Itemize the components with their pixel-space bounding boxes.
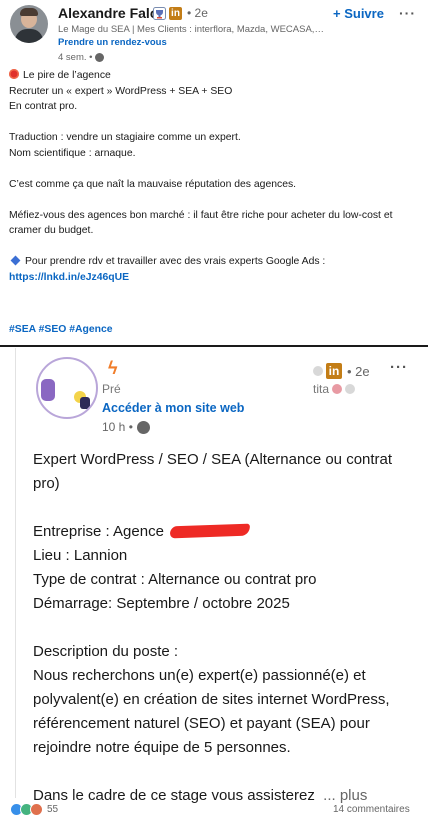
- author-name[interactable]: Alexandre Falck: [58, 5, 165, 21]
- post-line: C’est comme ça que naît la mauvaise répu…: [9, 178, 297, 190]
- post-line: Pour prendre rdv et travailler avec des …: [9, 254, 421, 270]
- shared-author-subtitle: tita: [313, 382, 356, 396]
- post-line: En contrat pro.: [9, 101, 78, 112]
- line-text: Entreprise : Agence: [33, 523, 164, 540]
- hashtags[interactable]: #SEA #SEO #Agence: [9, 324, 113, 335]
- see-more-link[interactable]: ... plus: [323, 787, 367, 804]
- line-text: Le pire de l’agence: [23, 70, 111, 81]
- comments-count[interactable]: 14 commentaires: [333, 804, 410, 815]
- blue-diamond-icon: [10, 255, 21, 266]
- shared-line: Type de contrat : Alternance ou contrat …: [33, 571, 317, 588]
- shared-line: Démarrage: Septembre / octobre 2025: [33, 595, 290, 612]
- post-text: Le pire de l’agence Recruter un « expert…: [9, 68, 421, 285]
- globe-icon: [136, 420, 150, 434]
- shared-line: Description du poste :: [33, 643, 179, 660]
- reactions-count: 55: [47, 804, 59, 815]
- shared-more-options-icon[interactable]: ···: [390, 359, 408, 376]
- shared-post-timestamp: 10 h •: [102, 420, 150, 434]
- subtitle-text: tita: [313, 382, 330, 396]
- trophy-badge-icon: [153, 6, 166, 20]
- post-timestamp: 4 sem. •: [58, 52, 105, 63]
- red-circle-icon: [9, 69, 19, 79]
- shared-line: Expert WordPress / SEO / SEA (Alternance…: [33, 451, 397, 492]
- lightning-icon: ϟ: [108, 358, 118, 378]
- line-text: Dans le cadre de ce stage vous assistere…: [33, 787, 315, 804]
- time-text: 10 h •: [102, 420, 133, 434]
- post-line: [9, 239, 421, 255]
- post-line: [9, 161, 421, 177]
- connection-degree: • 2e: [187, 6, 208, 20]
- shared-line: Lieu : Lannion: [33, 547, 128, 564]
- book-meeting-link[interactable]: Prendre un rendez-vous: [58, 37, 167, 48]
- author-badges: in • 2e: [153, 6, 208, 20]
- shared-line: Nous recherchons un(e) expert(e) passion…: [33, 667, 394, 756]
- linkedin-premium-icon: in: [326, 363, 342, 379]
- line-text: Pour prendre rdv et travailler avec des …: [25, 256, 326, 267]
- pink-circle-icon: [332, 384, 343, 394]
- shared-author-badges: in • 2e: [313, 363, 370, 379]
- external-link[interactable]: https://lnkd.in/eJz46qUE: [9, 272, 129, 283]
- shared-line: [33, 496, 418, 520]
- grey-circle-icon: [345, 384, 356, 394]
- shared-line: [33, 616, 418, 640]
- linkedin-premium-icon: in: [169, 6, 182, 20]
- shared-line: [33, 760, 418, 784]
- redaction-mark: [169, 523, 251, 539]
- redacted-dot-icon: [313, 366, 323, 376]
- follow-button[interactable]: + Suivre: [333, 6, 384, 21]
- website-link[interactable]: Accéder à mon site web: [102, 401, 244, 415]
- reactions-summary[interactable]: 55: [10, 803, 58, 816]
- post-line: [9, 115, 421, 131]
- author-avatar[interactable]: [10, 5, 48, 43]
- shared-line: Entreprise : Agence: [33, 520, 418, 544]
- post-link-line: https://lnkd.in/eJz46qUE: [9, 270, 421, 286]
- post-line: Le pire de l’agence: [9, 68, 421, 84]
- divider: [0, 345, 428, 347]
- more-options-icon[interactable]: ···: [399, 5, 416, 21]
- post-line: Traduction : vendre un stagiaire comme u…: [9, 132, 241, 143]
- shared-post-text: Expert WordPress / SEO / SEA (Alternance…: [33, 448, 418, 808]
- post-line: Recruter un « expert » WordPress + SEA +…: [9, 85, 233, 97]
- author-subtitle: Le Mage du SEA | Mes Clients : interflor…: [58, 24, 326, 35]
- post-line: Nom scientifique : arnaque.: [9, 147, 136, 159]
- globe-icon: [95, 53, 105, 62]
- post-line: [9, 192, 421, 208]
- time-text: 4 sem. •: [58, 52, 93, 63]
- love-icon: [30, 803, 43, 816]
- shared-author-avatar[interactable]: [36, 357, 98, 419]
- post-line: Méfiez-vous des agences bon marché : il …: [9, 209, 396, 237]
- connection-degree: • 2e: [347, 363, 370, 379]
- shared-author-name-partial[interactable]: Pré: [102, 382, 121, 396]
